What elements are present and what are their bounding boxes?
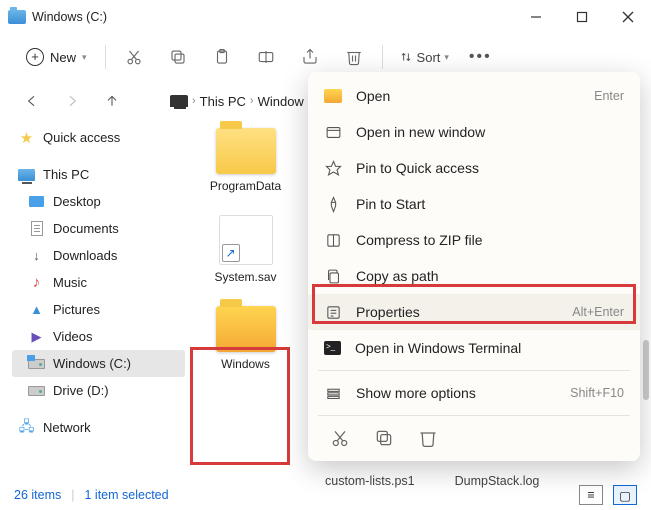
context-menu: OpenEnter Open in new window Pin to Quic… — [308, 72, 640, 461]
ctx-delete-button[interactable] — [418, 428, 438, 451]
sidebar-network[interactable]: 🖧Network — [12, 414, 185, 441]
copy-path-icon — [324, 267, 342, 285]
ctx-cut-button[interactable] — [330, 428, 350, 451]
title-bar: Windows (C:) — [0, 0, 651, 34]
document-icon — [31, 221, 43, 236]
ctx-open[interactable]: OpenEnter — [308, 78, 640, 114]
breadcrumb-seg[interactable]: Window — [258, 94, 304, 109]
shortcut-icon — [219, 215, 273, 265]
drive-icon — [28, 386, 45, 396]
chevron-down-icon: ▾ — [82, 52, 87, 63]
maximize-button[interactable] — [559, 0, 605, 34]
status-bar: 26 items | 1 item selected ≡ ▢ — [0, 480, 651, 510]
more-icon — [324, 384, 342, 402]
chevron-down-icon: ▾ — [444, 52, 449, 63]
copy-button[interactable] — [158, 37, 198, 77]
terminal-icon — [324, 341, 341, 355]
cut-button[interactable] — [114, 37, 154, 77]
sidebar-desktop[interactable]: Desktop — [12, 188, 185, 215]
sidebar-this-pc[interactable]: This PC — [12, 161, 185, 188]
star-icon — [324, 159, 342, 177]
ctx-pin-start[interactable]: Pin to Start — [308, 186, 640, 222]
ctx-open-new-window[interactable]: Open in new window — [308, 114, 640, 150]
pc-icon — [170, 95, 188, 107]
more-button[interactable]: ••• — [461, 48, 500, 66]
sidebar-videos[interactable]: ▶Videos — [12, 323, 185, 350]
chevron-right-icon: › — [250, 95, 254, 107]
item-count: 26 items — [14, 488, 61, 502]
close-button[interactable] — [605, 0, 651, 34]
ctx-compress-zip[interactable]: Compress to ZIP file — [308, 222, 640, 258]
properties-icon — [324, 303, 342, 321]
ctx-copy-button[interactable] — [374, 428, 394, 451]
paste-button[interactable] — [202, 37, 242, 77]
sidebar-documents[interactable]: Documents — [12, 215, 185, 242]
details-view-button[interactable]: ≡ — [579, 485, 603, 505]
ctx-open-terminal[interactable]: Open in Windows Terminal — [308, 330, 640, 366]
ctx-show-more[interactable]: Show more optionsShift+F10 — [308, 375, 640, 411]
sidebar-music[interactable]: ♪Music — [12, 269, 185, 296]
videos-icon: ▶ — [28, 328, 45, 345]
drive-icon — [28, 359, 45, 369]
pc-icon — [18, 169, 35, 181]
network-icon: 🖧 — [18, 419, 35, 436]
sidebar-d-drive[interactable]: Drive (D:) — [12, 377, 185, 404]
zip-icon — [324, 231, 342, 249]
sidebar: ★Quick access This PC Desktop Documents … — [0, 122, 185, 500]
ctx-properties[interactable]: PropertiesAlt+Enter — [308, 294, 640, 330]
rename-button[interactable] — [246, 37, 286, 77]
shortcut-item[interactable]: System.sav — [203, 215, 288, 284]
window-icon — [324, 123, 342, 141]
thumbnails-view-button[interactable]: ▢ — [613, 485, 637, 505]
folder-icon — [324, 89, 342, 103]
folder-item-windows[interactable]: Windows — [203, 306, 288, 371]
sidebar-c-drive[interactable]: Windows (C:) — [12, 350, 185, 377]
sidebar-pictures[interactable]: ▲Pictures — [12, 296, 185, 323]
music-icon: ♪ — [28, 274, 45, 291]
window-icon — [8, 10, 26, 24]
new-label: New — [50, 50, 76, 65]
minimize-button[interactable] — [513, 0, 559, 34]
address-bar[interactable]: › This PC › Window — [164, 94, 310, 109]
ctx-pin-quick[interactable]: Pin to Quick access — [308, 150, 640, 186]
pin-icon — [324, 195, 342, 213]
new-button[interactable]: New ▾ — [16, 43, 97, 71]
share-button[interactable] — [290, 37, 330, 77]
breadcrumb-seg[interactable]: This PC — [200, 94, 246, 109]
pictures-icon: ▲ — [28, 301, 45, 318]
sidebar-quick-access[interactable]: ★Quick access — [12, 124, 185, 151]
plus-icon — [26, 48, 44, 66]
scrollbar[interactable] — [643, 340, 649, 400]
sort-label: Sort — [417, 50, 441, 65]
forward-button[interactable] — [56, 85, 88, 117]
folder-icon — [216, 128, 276, 174]
download-icon: ↓ — [28, 247, 45, 264]
star-icon: ★ — [18, 129, 35, 146]
chevron-right-icon: › — [192, 95, 196, 107]
delete-button[interactable] — [334, 37, 374, 77]
folder-icon — [216, 306, 276, 352]
desktop-icon — [29, 196, 44, 207]
selection-count: 1 item selected — [85, 488, 169, 502]
sidebar-downloads[interactable]: ↓Downloads — [12, 242, 185, 269]
up-button[interactable] — [96, 85, 128, 117]
window-title: Windows (C:) — [32, 10, 107, 24]
sort-button[interactable]: Sort ▾ — [391, 45, 457, 70]
back-button[interactable] — [16, 85, 48, 117]
folder-item[interactable]: ProgramData — [203, 128, 288, 193]
ctx-copy-path[interactable]: Copy as path — [308, 258, 640, 294]
